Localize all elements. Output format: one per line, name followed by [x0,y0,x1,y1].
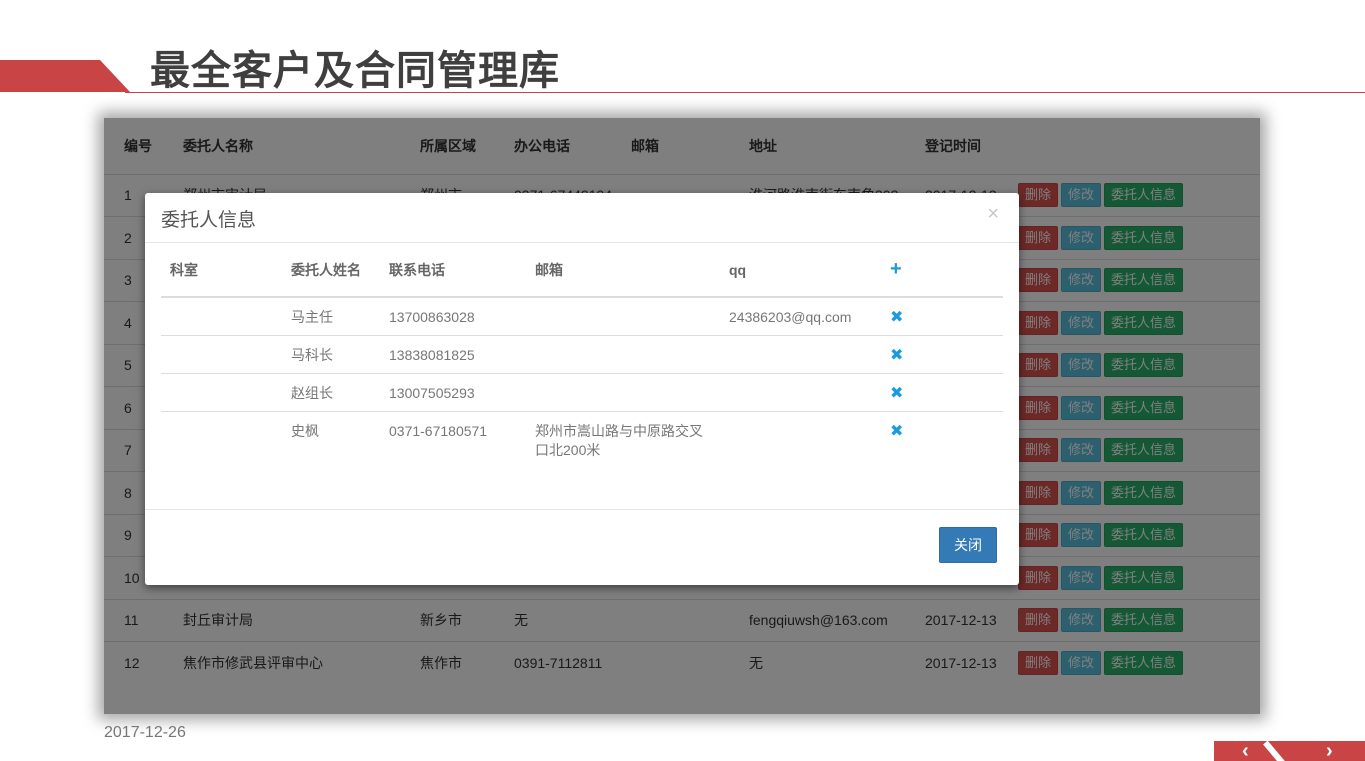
contact-cell-dept [161,373,282,412]
slide-nav: ‹ › [1214,740,1365,761]
contact-cell-qq [720,373,881,412]
col-contact-actions: + [881,243,1003,298]
col-dept: 科室 [161,243,282,298]
contact-cell-actions: ✖ [881,412,1003,508]
contact-cell-name: 马主任 [282,297,380,336]
add-contact-icon[interactable]: + [890,258,902,280]
contact-cell-email [526,373,720,412]
close-icon[interactable]: × [987,203,999,226]
contact-cell-dept [161,335,282,374]
contact-table-body: 马主任 13700863028 24386203@qq.com ✖ 马科长 1383808… [161,297,1003,508]
col-qq: qq [720,243,881,298]
modal-footer: 关闭 [145,509,1019,585]
contact-cell-phone: 0371-67180571 [389,423,488,439]
contact-cell-phone: 13838081825 [380,335,526,374]
contact-cell-actions: ✖ [881,335,1003,374]
col-contact-name: 委托人姓名 [282,243,380,298]
contact-cell-phone: 13007505293 [380,373,526,412]
contact-table: 科室 委托人姓名 联系电话 邮箱 qq + 马主任 13700863028 2438… [161,243,1003,508]
contact-cell-qq [720,412,881,508]
contact-cell-name: 马科长 [282,335,380,374]
slide-title: 最全客户及合同管理库 [150,49,560,93]
header-accent-tab [0,60,130,92]
contact-cell-email: 郑州市嵩山路与中原路交叉口北200米 [535,423,703,458]
prev-slide-icon[interactable]: ‹ [1242,741,1249,761]
contact-cell-actions: ✖ [881,297,1003,336]
modal-header: 委托人信息 × [145,193,1019,243]
col-contact-phone: 联系电话 [380,243,526,298]
remove-contact-icon[interactable]: ✖ [890,423,903,440]
contact-cell-email [526,335,720,374]
contact-cell-dept [161,297,282,336]
contact-cell-name: 赵组长 [282,373,380,412]
contact-row: 赵组长 13007505293 ✖ [161,373,1003,412]
contact-cell-qq [720,335,881,374]
modal-title: 委托人信息 [161,210,257,231]
slide-date: 2017-12-26 [104,724,186,741]
remove-contact-icon[interactable]: ✖ [890,385,903,402]
remove-contact-icon[interactable]: ✖ [890,347,903,364]
nav-divider [1263,740,1287,761]
col-contact-email: 邮箱 [526,243,720,298]
contact-cell-name: 史枫 [291,423,319,439]
contact-cell-email [526,297,720,336]
contact-row: 马科长 13838081825 ✖ [161,335,1003,374]
contact-header-row: 科室 委托人姓名 联系电话 邮箱 qq + [161,243,1003,298]
close-button[interactable]: 关闭 [939,527,997,563]
next-slide-icon[interactable]: › [1326,741,1333,761]
remove-contact-icon[interactable]: ✖ [890,309,903,326]
contact-cell-qq: 24386203@qq.com [720,297,881,336]
client-info-modal: 委托人信息 × 科室 委托人姓名 联系电话 邮箱 qq + 马主任 1370086… [145,193,1019,585]
contact-row: 史枫 0371-67180571 郑州市嵩山路与中原路交叉口北200米 ✖ [161,412,1003,508]
contact-cell-dept [161,412,282,508]
contact-row: 马主任 13700863028 24386203@qq.com ✖ [161,297,1003,336]
modal-body: 科室 委托人姓名 联系电话 邮箱 qq + 马主任 13700863028 2438… [161,243,1003,508]
contact-cell-phone: 13700863028 [380,297,526,336]
title-divider [125,92,1365,93]
contact-cell-actions: ✖ [881,373,1003,412]
